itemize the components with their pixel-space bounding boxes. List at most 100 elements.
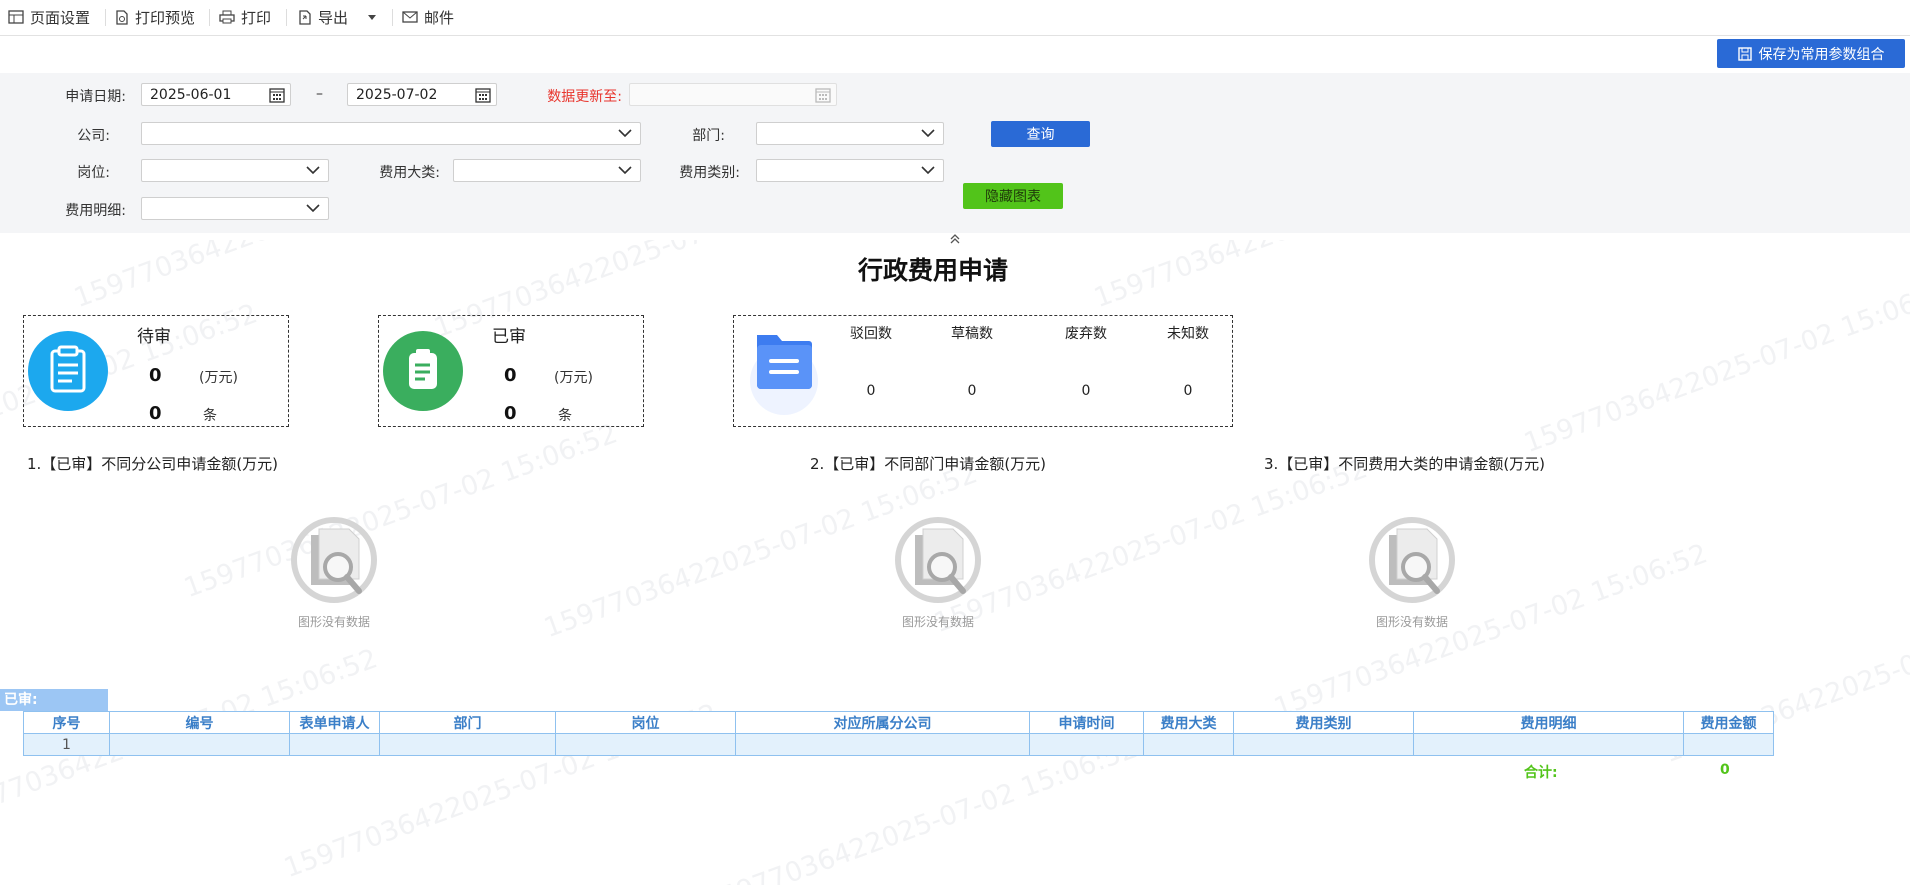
date-from-value: 2025-06-01	[150, 87, 232, 103]
column-header[interactable]: 表单申请人	[289, 711, 380, 734]
toolbar-divider	[392, 9, 393, 26]
expense-category-label: 费用类别:	[679, 165, 740, 181]
page-setup-icon	[8, 10, 24, 24]
approved-count-unit: 条	[558, 408, 572, 424]
chart-3-empty: 图形没有数据	[1352, 515, 1472, 630]
draft-count-label: 草稿数	[951, 326, 993, 342]
export-button[interactable]: 导出	[298, 6, 382, 28]
chart-1-empty: 图形没有数据	[274, 515, 394, 630]
unknown-count-label: 未知数	[1167, 326, 1209, 342]
print-preview-label: 打印预览	[135, 8, 196, 27]
expense-detail-select[interactable]	[141, 197, 329, 220]
column-header[interactable]: 费用金额	[1683, 711, 1774, 734]
expense-major-select[interactable]	[453, 159, 641, 182]
total-label: 合计:	[1524, 765, 1558, 781]
query-label: 查询	[1026, 127, 1055, 143]
chevron-down-icon	[921, 129, 935, 138]
approved-section-label: 已审:	[0, 689, 108, 711]
hide-chart-button[interactable]: 隐藏图表	[963, 183, 1063, 209]
date-from-input[interactable]: 2025-06-01	[141, 83, 291, 106]
print-preview-button[interactable]: 打印预览	[115, 6, 195, 28]
hide-chart-label: 隐藏图表	[985, 189, 1041, 205]
column-header[interactable]: 部门	[379, 711, 556, 734]
column-header[interactable]: 岗位	[555, 711, 736, 734]
table-cell	[1683, 733, 1774, 756]
export-label: 导出	[318, 8, 349, 27]
toolbar-divider	[286, 9, 287, 26]
chart-2-empty: 图形没有数据	[878, 515, 998, 630]
table-cell	[109, 733, 290, 756]
table-header-row: 序号 编号 表单申请人 部门 岗位 对应所属分公司 申请时间 费用大类 费用类别…	[23, 711, 1774, 734]
apply-date-label: 申请日期:	[65, 89, 126, 105]
no-data-icon	[895, 517, 981, 603]
document-icon	[409, 349, 437, 389]
pending-amount: 0	[149, 365, 162, 386]
unknown-count-value: 0	[1183, 383, 1193, 399]
print-button[interactable]: 打印	[219, 6, 271, 28]
table-cell	[555, 733, 736, 756]
date-to-input[interactable]: 2025-07-02	[347, 83, 497, 106]
column-header[interactable]: 费用大类	[1143, 711, 1234, 734]
collapse-filter-icon[interactable]	[947, 233, 963, 245]
expense-detail-label: 费用明细:	[65, 203, 126, 219]
column-header[interactable]: 费用明细	[1413, 711, 1684, 734]
pending-icon-circle	[28, 331, 108, 411]
position-select[interactable]	[141, 159, 329, 182]
pending-count: 0	[149, 403, 162, 424]
caret-down-icon	[368, 14, 377, 20]
chart-3-empty-text: 图形没有数据	[1375, 615, 1448, 629]
toolbar-divider	[105, 9, 106, 26]
chevron-down-icon	[306, 166, 320, 175]
page-title: 行政费用申请	[857, 256, 1008, 285]
expense-major-label: 费用大类:	[379, 165, 440, 181]
chart-2-empty-text: 图形没有数据	[901, 615, 974, 629]
mail-label: 邮件	[424, 8, 455, 27]
mail-button[interactable]: 邮件	[402, 6, 454, 28]
pending-amount-unit: (万元)	[199, 370, 238, 386]
chevron-down-icon	[618, 129, 632, 138]
draft-count-value: 0	[967, 383, 977, 399]
watermark: 15977036422025-07-02 15:06:52	[180, 418, 622, 605]
data-updated-input[interactable]	[629, 83, 837, 106]
watermark: 15977036422025-07-02 15:06:52	[1520, 273, 1910, 460]
table-cell	[289, 733, 380, 756]
discarded-count-label: 废弃数	[1065, 326, 1107, 342]
toolbar: 页面设置 打印预览 打印 导出 邮件	[0, 0, 1910, 36]
approved-amount: 0	[504, 365, 517, 386]
date-to-value: 2025-07-02	[356, 87, 438, 103]
column-header[interactable]: 申请时间	[1029, 711, 1144, 734]
save-params-button[interactable]: 保存为常用参数组合	[1717, 39, 1905, 68]
column-header[interactable]: 编号	[109, 711, 290, 734]
printer-icon	[219, 10, 235, 24]
save-params-label: 保存为常用参数组合	[1758, 46, 1885, 63]
column-header[interactable]: 对应所属分公司	[735, 711, 1030, 734]
approved-table: 序号 编号 表单申请人 部门 岗位 对应所属分公司 申请时间 费用大类 费用类别…	[23, 711, 1774, 756]
page-setup-button[interactable]: 页面设置	[8, 6, 90, 28]
page-setup-label: 页面设置	[30, 8, 91, 27]
approved-title: 已审	[492, 327, 526, 347]
pending-card: 待审 0 (万元) 0 条	[23, 315, 289, 427]
discarded-count-value: 0	[1081, 383, 1091, 399]
rejected-count-label: 驳回数	[850, 326, 892, 342]
query-button[interactable]: 查询	[991, 121, 1090, 147]
total-value: 0	[1720, 762, 1730, 778]
column-header[interactable]: 序号	[23, 711, 110, 734]
chevron-down-icon	[618, 166, 632, 175]
no-data-icon	[291, 517, 377, 603]
position-label: 岗位:	[77, 165, 110, 181]
column-header[interactable]: 费用类别	[1233, 711, 1414, 734]
approved-icon-circle	[383, 331, 463, 411]
status-card: 驳回数 草稿数 废弃数 未知数 0 0 0 0	[733, 315, 1233, 427]
expense-category-select[interactable]	[756, 159, 944, 182]
approved-count: 0	[504, 403, 517, 424]
watermark: 15977036422025-07-02 15:06:52	[1270, 538, 1712, 725]
calendar-icon	[475, 88, 491, 103]
chart-3-title: 3.【已审】不同费用大类的申请金额(万元)	[1264, 455, 1546, 473]
table-row[interactable]: 1	[23, 733, 1774, 756]
calendar-icon	[269, 88, 285, 103]
company-select[interactable]	[141, 122, 641, 145]
toolbar-divider	[209, 9, 210, 26]
department-select[interactable]	[756, 122, 944, 145]
export-icon	[299, 9, 311, 25]
folder-icon	[750, 335, 818, 415]
